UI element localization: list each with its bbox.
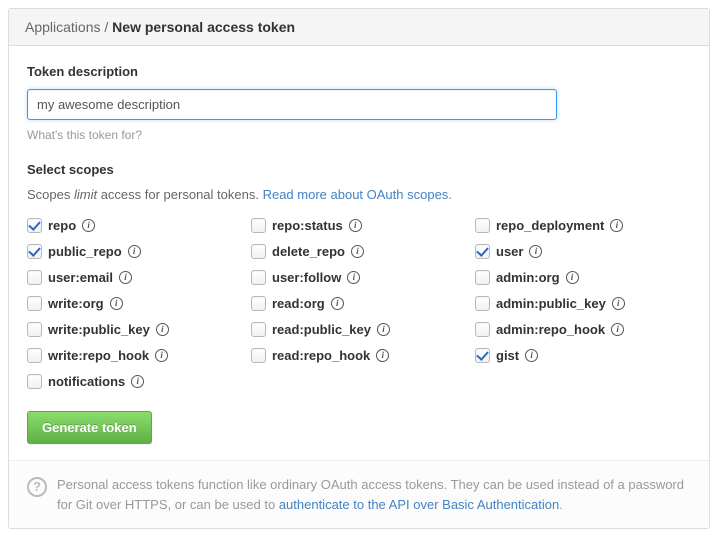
scope-label: repo:status bbox=[272, 218, 343, 233]
new-token-panel: Applications / New personal access token… bbox=[8, 8, 710, 529]
scope-label: write:repo_hook bbox=[48, 348, 149, 363]
scope-item-repo: repoi bbox=[27, 218, 243, 233]
generate-token-button[interactable]: Generate token bbox=[27, 411, 152, 444]
scope-checkbox[interactable] bbox=[475, 244, 490, 259]
scope-checkbox[interactable] bbox=[251, 244, 266, 259]
scope-checkbox[interactable] bbox=[251, 348, 266, 363]
scope-checkbox[interactable] bbox=[251, 322, 266, 337]
info-icon[interactable]: i bbox=[566, 271, 579, 284]
scope-label: notifications bbox=[48, 374, 125, 389]
scope-checkbox[interactable] bbox=[475, 348, 490, 363]
scope-checkbox[interactable] bbox=[27, 374, 42, 389]
scope-label: admin:org bbox=[496, 270, 560, 285]
info-icon[interactable]: i bbox=[331, 297, 344, 310]
scope-label: repo bbox=[48, 218, 76, 233]
scope-checkbox[interactable] bbox=[475, 218, 490, 233]
token-description-label: Token description bbox=[27, 64, 691, 79]
scope-label: repo_deployment bbox=[496, 218, 604, 233]
panel-footer: ? Personal access tokens function like o… bbox=[9, 460, 709, 528]
info-icon[interactable]: i bbox=[349, 219, 362, 232]
scope-label: read:repo_hook bbox=[272, 348, 370, 363]
scope-item-repo-deployment: repo_deployment i bbox=[475, 218, 691, 233]
scope-item-public-repo: public_repo i bbox=[27, 244, 243, 259]
info-icon[interactable]: i bbox=[110, 297, 123, 310]
info-icon[interactable]: i bbox=[351, 245, 364, 258]
info-icon[interactable]: i bbox=[376, 349, 389, 362]
scopes-help-text: Scopes limit access for personal tokens.… bbox=[27, 187, 691, 202]
info-icon[interactable]: i bbox=[377, 323, 390, 336]
scope-checkbox[interactable] bbox=[251, 296, 266, 311]
panel-body: Token description What's this token for?… bbox=[9, 46, 709, 460]
scope-checkbox[interactable] bbox=[27, 348, 42, 363]
scope-label: write:public_key bbox=[48, 322, 150, 337]
info-icon[interactable]: i bbox=[610, 219, 623, 232]
scope-item-delete-repo: delete_repo i bbox=[251, 244, 467, 259]
basic-auth-link[interactable]: authenticate to the API over Basic Authe… bbox=[279, 497, 559, 512]
scope-checkbox[interactable] bbox=[27, 218, 42, 233]
scope-item-user-email: user:email i bbox=[27, 270, 243, 285]
scope-item-admin-public-key: admin:public_key i bbox=[475, 296, 691, 311]
scope-item-admin-repo-hook: admin:repo_hook i bbox=[475, 322, 691, 337]
info-icon[interactable]: i bbox=[347, 271, 360, 284]
info-icon[interactable]: i bbox=[128, 245, 141, 258]
scope-item-user-follow: user:follow i bbox=[251, 270, 467, 285]
scope-item-gist: gisti bbox=[475, 348, 691, 363]
scope-label: admin:public_key bbox=[496, 296, 606, 311]
footer-text: Personal access tokens function like ord… bbox=[57, 475, 691, 514]
breadcrumb: Applications / New personal access token bbox=[9, 9, 709, 46]
select-scopes-label: Select scopes bbox=[27, 162, 691, 177]
scope-item-notifications: notifications i bbox=[27, 374, 243, 389]
info-icon[interactable]: i bbox=[131, 375, 144, 388]
scope-checkbox[interactable] bbox=[27, 322, 42, 337]
scope-checkbox[interactable] bbox=[475, 322, 490, 337]
scope-label: delete_repo bbox=[272, 244, 345, 259]
scope-label: admin:repo_hook bbox=[496, 322, 605, 337]
question-icon: ? bbox=[27, 477, 47, 497]
breadcrumb-parent: Applications bbox=[25, 19, 101, 35]
scope-checkbox[interactable] bbox=[475, 296, 490, 311]
token-description-input[interactable] bbox=[27, 89, 557, 120]
info-icon[interactable]: i bbox=[155, 349, 168, 362]
scope-item-write-org: write:org i bbox=[27, 296, 243, 311]
scope-label: user bbox=[496, 244, 523, 259]
scope-label: user:follow bbox=[272, 270, 341, 285]
scope-item-read-public-key: read:public_key i bbox=[251, 322, 467, 337]
scope-item-repo-status: repo:status i bbox=[251, 218, 467, 233]
scope-checkbox[interactable] bbox=[27, 270, 42, 285]
scope-item-write-repo-hook: write:repo_hook i bbox=[27, 348, 243, 363]
scope-checkbox[interactable] bbox=[27, 296, 42, 311]
scope-label: gist bbox=[496, 348, 519, 363]
scope-item-admin-org: admin:org i bbox=[475, 270, 691, 285]
scope-item-read-org: read:org i bbox=[251, 296, 467, 311]
info-icon[interactable]: i bbox=[156, 323, 169, 336]
scopes-grid: repoirepo:statusirepo_deploymentipublic_… bbox=[27, 218, 691, 389]
scope-item-write-public-key: write:public_key i bbox=[27, 322, 243, 337]
scope-label: write:org bbox=[48, 296, 104, 311]
oauth-scopes-link[interactable]: Read more about OAuth scopes. bbox=[263, 187, 452, 202]
scope-label: public_repo bbox=[48, 244, 122, 259]
breadcrumb-current: New personal access token bbox=[112, 19, 295, 35]
scope-item-read-repo-hook: read:repo_hook i bbox=[251, 348, 467, 363]
scope-checkbox[interactable] bbox=[27, 244, 42, 259]
scope-item-user: useri bbox=[475, 244, 691, 259]
scope-label: read:public_key bbox=[272, 322, 371, 337]
scope-checkbox[interactable] bbox=[475, 270, 490, 285]
scope-checkbox[interactable] bbox=[251, 270, 266, 285]
info-icon[interactable]: i bbox=[612, 297, 625, 310]
scope-label: user:email bbox=[48, 270, 113, 285]
info-icon[interactable]: i bbox=[525, 349, 538, 362]
info-icon[interactable]: i bbox=[611, 323, 624, 336]
scope-checkbox[interactable] bbox=[251, 218, 266, 233]
info-icon[interactable]: i bbox=[82, 219, 95, 232]
token-description-help: What's this token for? bbox=[27, 128, 691, 142]
info-icon[interactable]: i bbox=[529, 245, 542, 258]
info-icon[interactable]: i bbox=[119, 271, 132, 284]
scope-label: read:org bbox=[272, 296, 325, 311]
